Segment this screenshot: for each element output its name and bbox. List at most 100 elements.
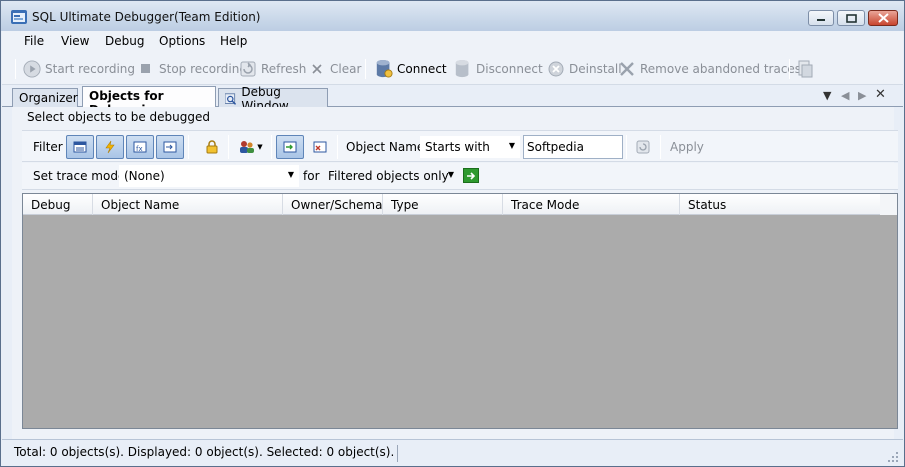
tab-scroll-left-icon[interactable]: ◀ <box>841 89 849 102</box>
function-icon: fx <box>133 141 147 153</box>
remove-x-icon <box>618 60 636 78</box>
filter-separator <box>660 135 661 159</box>
close-button[interactable] <box>868 10 898 26</box>
remove-abandoned-traces-label: Remove abandoned traces <box>640 62 802 76</box>
tab-list-dropdown-icon[interactable]: ▼ <box>823 89 831 102</box>
column-type[interactable]: Type <box>383 194 503 215</box>
toolbar-separator <box>365 59 366 79</box>
tab-debug-window[interactable]: Debug Window <box>218 85 328 113</box>
grid-header: Debug Object Name Owner/Schema Type Trac… <box>23 194 880 215</box>
chevron-down-icon: ▼ <box>287 170 294 179</box>
tab-organizer[interactable]: Organizer <box>12 88 78 107</box>
minimize-icon <box>817 19 825 21</box>
clear-label: Clear <box>330 62 362 76</box>
properties-button[interactable] <box>796 58 818 80</box>
window-title: SQL Ultimate Debugger(Team Edition) <box>32 10 261 24</box>
tab-objects-for-debugging[interactable]: Objects for Debugging <box>82 86 216 117</box>
for-label: for <box>303 169 320 183</box>
filter-procedures-button[interactable] <box>156 135 184 159</box>
owner-filter-dropdown[interactable]: ▼ <box>234 135 268 159</box>
maximize-button[interactable] <box>837 10 865 26</box>
refresh-button[interactable]: Refresh <box>239 58 306 80</box>
chevron-down-icon: ▼ <box>257 143 263 151</box>
status-text: Total: 0 objects(s). Displayed: 0 object… <box>12 445 399 462</box>
window-delete-icon <box>313 141 327 153</box>
refresh-icon <box>239 60 257 78</box>
deinstall-icon <box>547 60 565 78</box>
title-bar[interactable]: SQL Ultimate Debugger(Team Edition) <box>1 1 904 31</box>
disconnect-label: Disconnect <box>476 62 543 76</box>
tab-scroll-right-icon[interactable]: ▶ <box>858 89 866 102</box>
filter-separator <box>271 135 272 159</box>
trace-mode-value: (None) <box>124 169 165 183</box>
arrow-in-window-icon <box>283 141 297 153</box>
lock-icon <box>206 140 218 154</box>
object-name-label: Object Name <box>346 140 425 154</box>
minimize-button[interactable] <box>808 10 834 26</box>
apply-button[interactable]: Apply <box>670 140 704 154</box>
users-icon <box>240 141 255 153</box>
app-icon <box>11 10 27 24</box>
lock-button[interactable] <box>198 135 226 159</box>
menu-file[interactable]: File <box>24 34 44 48</box>
objects-grid[interactable]: Debug Object Name Owner/Schema Type Trac… <box>22 193 898 429</box>
object-name-value: Softpedia <box>527 140 584 154</box>
table-icon <box>73 141 87 153</box>
deinstall-button[interactable]: Deinstall <box>547 58 622 80</box>
scope-select[interactable]: Filtered objects only ▼ <box>323 165 459 187</box>
column-status[interactable]: Status <box>680 194 880 215</box>
procedure-icon <box>163 141 177 153</box>
stop-recording-button[interactable]: Stop recording <box>137 58 247 80</box>
disconnect-button[interactable]: Disconnect <box>454 58 543 80</box>
clear-filter-button[interactable] <box>629 135 657 159</box>
filter-tables-button[interactable] <box>66 135 94 159</box>
status-bar: Total: 0 objects(s). Displayed: 0 object… <box>2 439 903 466</box>
svg-text:fx: fx <box>136 145 143 153</box>
magnifier-icon <box>225 92 237 105</box>
filter-separator <box>228 135 229 159</box>
play-icon <box>23 60 41 78</box>
match-mode-value: Starts with <box>425 140 490 154</box>
column-trace-mode[interactable]: Trace Mode <box>503 194 680 215</box>
filter-separator <box>626 135 627 159</box>
filter-separator <box>188 135 189 159</box>
start-recording-button[interactable]: Start recording <box>23 58 135 80</box>
database-disconnect-icon <box>454 60 472 78</box>
main-toolbar: Start recording Stop recording Refresh C… <box>2 53 903 85</box>
tab-close-icon[interactable]: ✕ <box>875 87 886 102</box>
toolbar-separator <box>789 59 790 79</box>
close-icon <box>877 13 889 23</box>
arrow-right-icon <box>467 171 476 180</box>
resize-grip-icon[interactable] <box>887 451 899 463</box>
show-all-button[interactable] <box>306 135 334 159</box>
apply-trace-mode-button[interactable] <box>463 168 479 183</box>
chevron-down-icon: ▼ <box>447 170 454 179</box>
show-filtered-button[interactable] <box>276 135 304 159</box>
app-window: SQL Ultimate Debugger(Team Edition) File… <box>0 0 905 467</box>
clear-button[interactable]: Clear <box>308 58 361 80</box>
tab-organizer-label: Organizer <box>19 91 78 105</box>
stop-recording-label: Stop recording <box>159 62 247 76</box>
menu-debug[interactable]: Debug <box>105 34 144 48</box>
object-name-input[interactable]: Softpedia <box>523 135 623 159</box>
document-tabstrip: Organizer Objects for Debugging Debug Wi… <box>2 85 903 117</box>
menu-options[interactable]: Options <box>159 34 205 48</box>
filter-label: Filter <box>33 140 63 154</box>
column-owner-schema[interactable]: Owner/Schema <box>283 194 383 215</box>
column-object-name[interactable]: Object Name <box>93 194 283 215</box>
column-debug[interactable]: Debug <box>23 194 93 215</box>
menu-view[interactable]: View <box>61 34 89 48</box>
database-connect-icon <box>375 60 393 78</box>
panel-caption: Select objects to be debugged <box>27 110 211 124</box>
connect-button[interactable]: Connect <box>375 58 447 80</box>
match-mode-select[interactable]: Starts with ▼ <box>420 136 520 158</box>
stop-icon <box>137 60 155 78</box>
refresh-label: Refresh <box>261 62 307 76</box>
remove-abandoned-traces-button[interactable]: Remove abandoned traces <box>618 58 801 80</box>
chevron-down-icon: ▼ <box>508 141 515 150</box>
objects-panel: Select objects to be debugged Filter fx <box>12 107 898 439</box>
menu-help[interactable]: Help <box>220 34 247 48</box>
filter-functions-button[interactable]: fx <box>126 135 154 159</box>
filter-triggers-button[interactable] <box>96 135 124 159</box>
trace-mode-select[interactable]: (None) ▼ <box>119 165 299 187</box>
